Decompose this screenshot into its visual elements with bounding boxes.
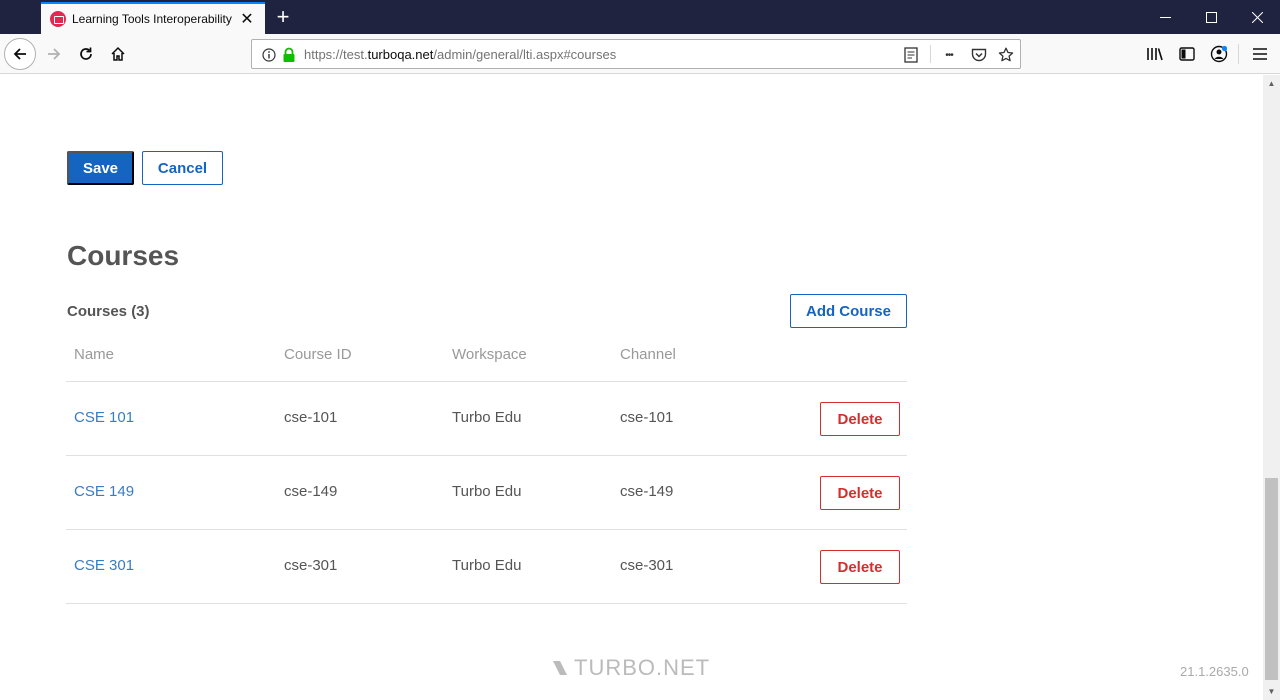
scroll-down-arrow-icon[interactable]: ▼ — [1263, 683, 1280, 700]
sidebar-icon[interactable] — [1176, 43, 1198, 65]
courses-count: Courses (3) — [67, 303, 150, 320]
maximize-button[interactable] — [1188, 0, 1234, 34]
reload-icon — [80, 47, 92, 60]
home-button[interactable] — [102, 38, 134, 70]
page-actions-icon[interactable]: ••• — [940, 46, 958, 64]
course-id: cse-149 — [284, 483, 338, 500]
row-divider — [66, 455, 907, 456]
column-header-course-id: Course ID — [284, 346, 352, 363]
forward-button[interactable] — [38, 38, 70, 70]
maximize-icon — [1205, 11, 1217, 23]
toolbar-divider — [1238, 44, 1239, 64]
delete-button[interactable]: Delete — [820, 476, 900, 510]
address-bar[interactable]: https://test.turboqa.net/admin/general/l… — [251, 39, 1021, 69]
back-arrow-icon — [13, 48, 26, 60]
save-button[interactable]: Save — [67, 151, 134, 185]
minimize-button[interactable] — [1142, 0, 1188, 34]
row-divider — [66, 603, 907, 604]
column-header-workspace: Workspace — [452, 346, 527, 363]
back-button[interactable] — [4, 38, 36, 70]
row-divider — [66, 529, 907, 530]
bookmark-star-icon[interactable] — [997, 46, 1015, 64]
close-window-icon — [1251, 11, 1263, 23]
vertical-scrollbar[interactable]: ▲ ▼ — [1263, 75, 1280, 700]
turbo-logo: TURBO.NET — [552, 655, 710, 681]
add-course-button[interactable]: Add Course — [790, 294, 907, 328]
new-tab-button[interactable]: + — [270, 4, 296, 30]
account-icon[interactable] — [1208, 43, 1230, 65]
courses-heading: Courses — [67, 240, 180, 271]
column-header-channel: Channel — [620, 346, 676, 363]
browser-titlebar: Learning Tools Interoperability ✕ + — [0, 0, 1280, 34]
turbo-logo-icon — [553, 661, 567, 675]
lock-icon[interactable] — [280, 46, 298, 64]
reload-button[interactable] — [70, 38, 102, 70]
scrollbar-thumb[interactable] — [1265, 478, 1278, 680]
urlbar-divider — [930, 45, 931, 63]
header-divider — [66, 381, 907, 382]
turbo-logo-text: TURBO.NET — [574, 655, 711, 680]
course-name-link[interactable]: CSE 301 — [74, 557, 134, 574]
course-id: cse-301 — [284, 557, 338, 574]
scroll-up-arrow-icon[interactable]: ▲ — [1263, 75, 1280, 92]
home-icon — [111, 46, 125, 61]
course-channel: cse-301 — [620, 557, 674, 574]
minimize-icon — [1159, 16, 1171, 18]
hamburger-menu-icon[interactable] — [1249, 43, 1271, 65]
close-tab-icon[interactable]: ✕ — [235, 9, 259, 29]
url-domain: turboqa.net — [367, 46, 434, 62]
course-workspace: Turbo Edu — [452, 483, 522, 500]
close-window-button[interactable] — [1234, 0, 1280, 34]
course-workspace: Turbo Edu — [452, 557, 522, 574]
delete-button[interactable]: Delete — [820, 402, 900, 436]
course-id: cse-101 — [284, 409, 338, 426]
url-text[interactable]: https://test.turboqa.net/admin/general/l… — [304, 47, 616, 62]
pocket-icon[interactable] — [970, 46, 988, 64]
reader-view-icon[interactable] — [902, 46, 920, 64]
tab-title: Learning Tools Interoperability — [72, 12, 232, 26]
info-icon[interactable] — [260, 46, 278, 64]
course-name-link[interactable]: CSE 149 — [74, 483, 134, 500]
url-prefix: https://test. — [304, 46, 368, 62]
course-workspace: Turbo Edu — [452, 409, 522, 426]
version-number: 21.1.2635.0 — [1180, 664, 1249, 679]
page-content: Save Cancel Courses Courses (3) Add Cour… — [0, 75, 1263, 700]
turbo-favicon-icon — [50, 11, 66, 27]
forward-arrow-icon — [48, 48, 61, 60]
browser-tab[interactable]: Learning Tools Interoperability ✕ — [41, 2, 265, 34]
library-icon[interactable] — [1144, 43, 1166, 65]
course-channel: cse-101 — [620, 409, 674, 426]
delete-button[interactable]: Delete — [820, 550, 900, 584]
browser-toolbar: https://test.turboqa.net/admin/general/l… — [0, 34, 1280, 74]
url-path: /admin/general/lti.aspx#courses — [433, 46, 617, 62]
cancel-button[interactable]: Cancel — [142, 151, 223, 185]
course-channel: cse-149 — [620, 483, 674, 500]
course-name-link[interactable]: CSE 101 — [74, 409, 134, 426]
column-header-name: Name — [74, 346, 115, 363]
